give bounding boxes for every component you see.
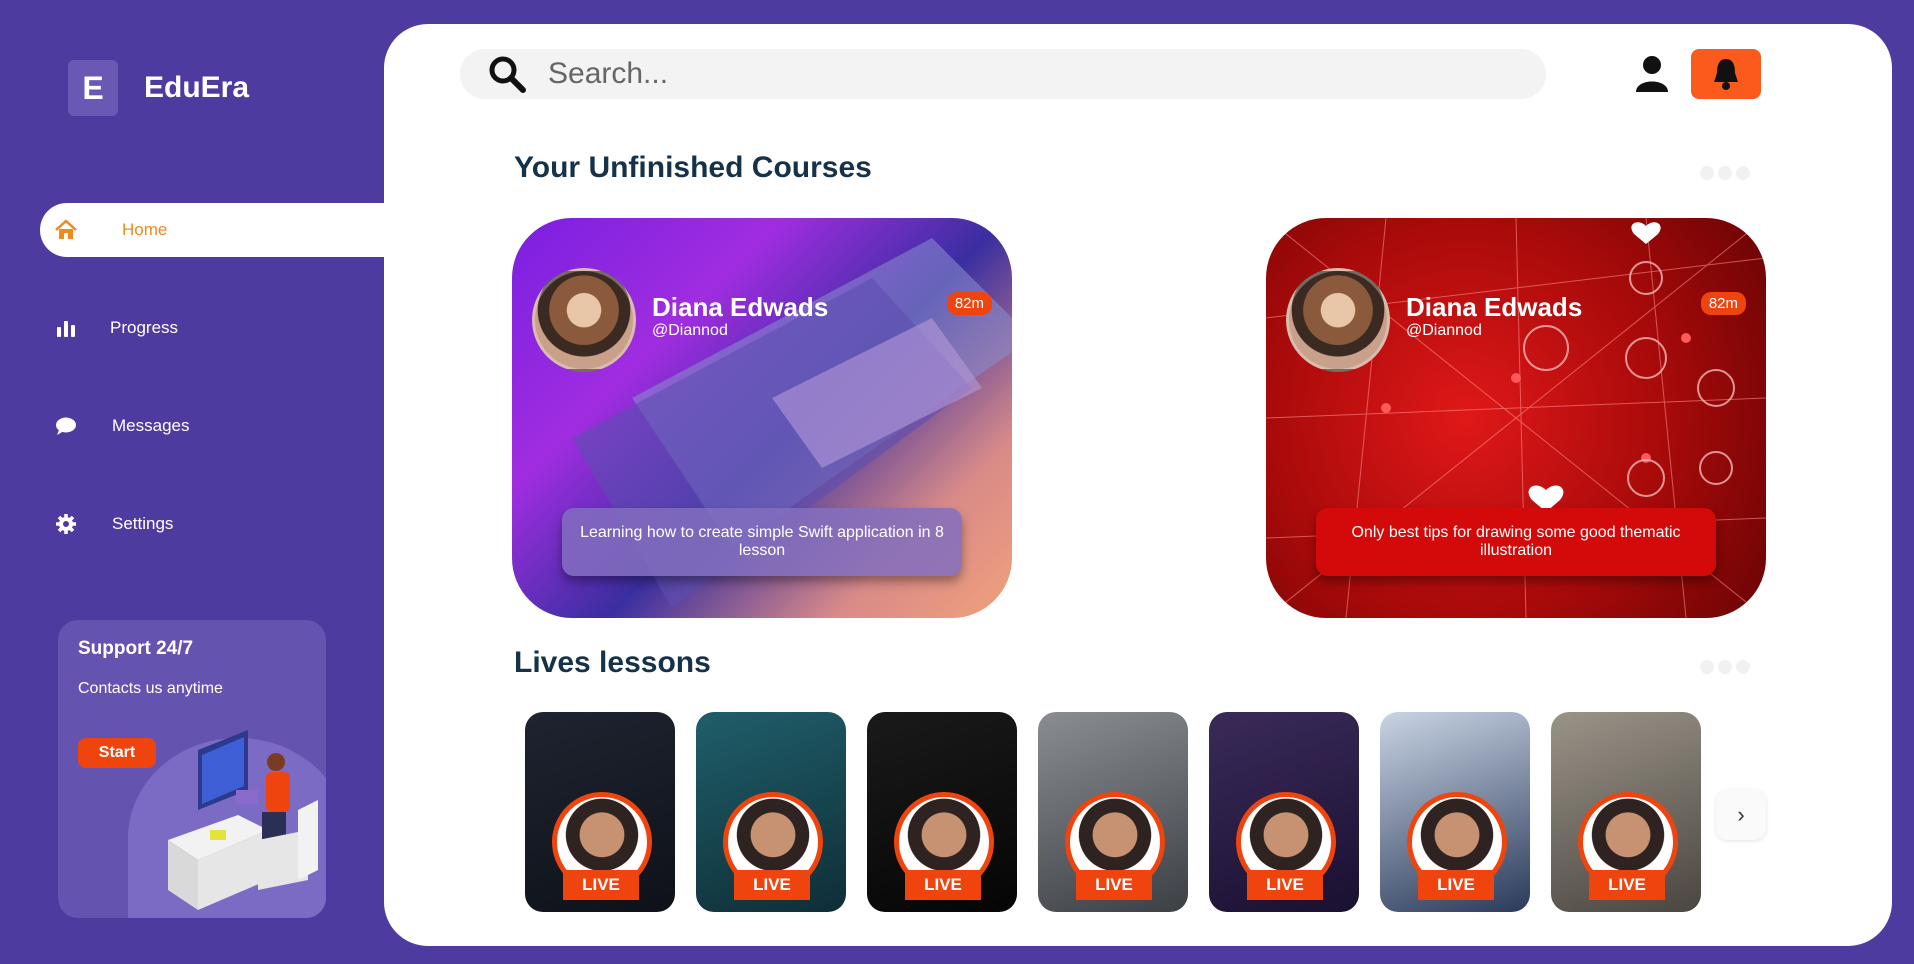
sidebar-item-home[interactable]: Home [40, 203, 400, 257]
bell-icon [1714, 59, 1738, 90]
more-options-dots[interactable] [1700, 660, 1750, 674]
computer-desk-illustration [168, 730, 318, 910]
course-card[interactable]: Diana Edwads @Diannod 82m Learning how t… [512, 218, 1012, 618]
support-title: Support 24/7 [78, 638, 194, 659]
bar-chart-icon [54, 316, 78, 340]
course-description: Learning how to create simple Swift appl… [562, 508, 962, 576]
live-badge: LIVE [563, 870, 639, 900]
app-logo[interactable]: E EduEra [68, 60, 249, 116]
support-subtitle: Contacts us anytime [78, 680, 223, 697]
instructor-handle: @Diannod [1406, 322, 1482, 339]
live-badge: LIVE [905, 870, 981, 900]
live-badge: LIVE [1589, 870, 1665, 900]
live-lesson-card[interactable]: LIVE [525, 712, 675, 912]
live-badge: LIVE [1247, 870, 1323, 900]
more-options-dots[interactable] [1700, 166, 1750, 180]
instructor-handle: @Diannod [652, 322, 728, 339]
sidebar-item-progress[interactable]: Progress [40, 301, 178, 355]
sidebar-item-messages[interactable]: Messages [40, 399, 189, 453]
live-lesson-card[interactable]: LIVE [1380, 712, 1530, 912]
support-card: Support 24/7 Contacts us anytime Start [58, 620, 326, 918]
search-bar[interactable] [460, 49, 1546, 99]
live-badge: LIVE [1418, 870, 1494, 900]
sidebar-item-label: Messages [112, 416, 190, 435]
search-input[interactable] [546, 56, 1450, 92]
duration-badge: 82m [946, 292, 992, 315]
logo-initial: E [68, 60, 118, 116]
chevron-right-icon: › [1737, 802, 1745, 827]
instructor-name: Diana Edwads [1406, 292, 1583, 322]
app-name: EduEra [144, 71, 250, 104]
section-title-unfinished-courses: Your Unfinished Courses [514, 151, 872, 184]
avatar [532, 268, 636, 372]
chat-bubble-icon [54, 414, 78, 438]
gear-icon [54, 512, 78, 536]
sidebar-item-label: Progress [110, 318, 179, 337]
live-badge: LIVE [1076, 870, 1152, 900]
live-lesson-card[interactable]: LIVE [867, 712, 1017, 912]
live-badge: LIVE [734, 870, 810, 900]
course-description: Only best tips for drawing some good the… [1316, 508, 1716, 576]
live-lesson-card[interactable]: LIVE [696, 712, 846, 912]
sidebar-item-label: Home [122, 220, 168, 239]
live-lesson-card[interactable]: LIVE [1551, 712, 1701, 912]
avatar [1286, 268, 1390, 372]
live-lessons-list: LIVE LIVE LIVE LIVE LIVE LIVE LIVE [525, 712, 1701, 912]
notifications-button[interactable] [1691, 49, 1761, 99]
start-button[interactable]: Start [78, 738, 156, 768]
course-card[interactable]: Diana Edwads @Diannod 82m Only best tips… [1266, 218, 1766, 618]
home-icon [54, 218, 78, 242]
section-title-live-lessons: Lives lessons [514, 646, 711, 679]
main-panel: Your Unfinished Courses Diana Edwads @Di… [384, 24, 1892, 946]
sidebar-item-settings[interactable]: Settings [40, 497, 173, 551]
live-lesson-card[interactable]: LIVE [1209, 712, 1359, 912]
search-icon[interactable] [488, 55, 526, 93]
live-lesson-card[interactable]: LIVE [1038, 712, 1188, 912]
sidebar-item-label: Settings [112, 514, 174, 533]
instructor-name: Diana Edwads [652, 292, 829, 322]
duration-badge: 82m [1700, 292, 1746, 315]
next-arrow-button[interactable]: › [1716, 790, 1766, 840]
user-icon[interactable] [1634, 54, 1670, 94]
